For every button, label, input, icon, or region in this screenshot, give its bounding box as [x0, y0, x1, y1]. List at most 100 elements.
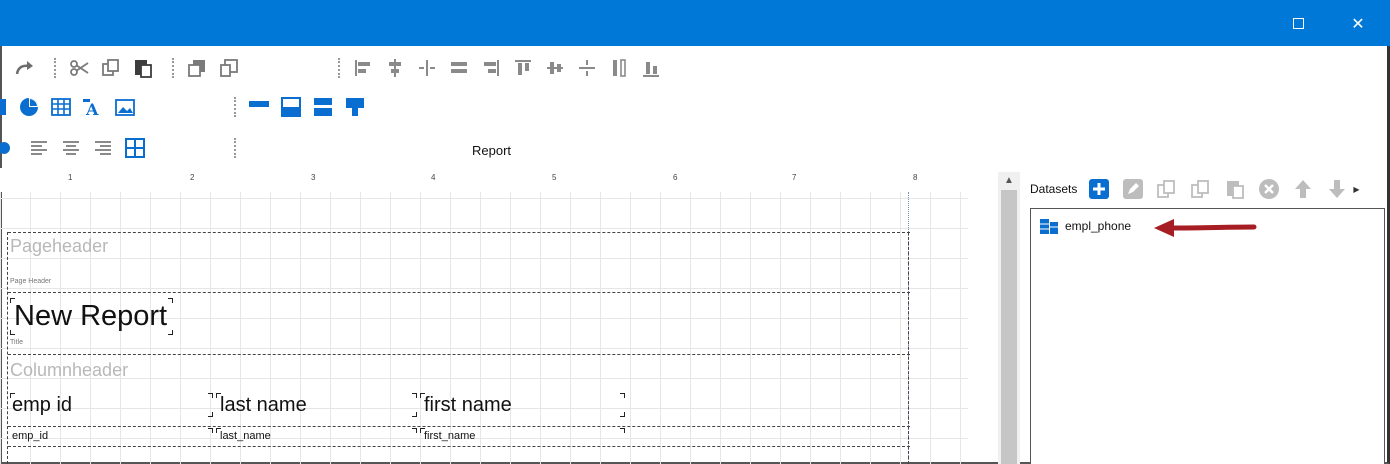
align-hcenter-icon[interactable] — [574, 55, 600, 81]
datasets-list: empl_phone — [1030, 208, 1385, 464]
toolbar-separator — [172, 58, 174, 78]
columnheader-band-label[interactable]: Columnheader — [10, 360, 128, 381]
detail-field-first-name[interactable]: first_name — [424, 430, 475, 442]
edit-dataset-button[interactable] — [1121, 177, 1145, 201]
chart-icon[interactable] — [0, 94, 8, 120]
copy-dataset-button[interactable] — [1155, 177, 1179, 201]
pageheader-band-label[interactable]: Pageheader — [10, 236, 108, 257]
datasets-label: Datasets — [1030, 182, 1078, 196]
toolbar-row-edit — [12, 53, 670, 83]
ruler-number: 3 — [311, 173, 316, 182]
grid-icon[interactable] — [122, 135, 148, 161]
bring-front-icon[interactable] — [184, 55, 210, 81]
pageheader-small-label: Page Header — [10, 278, 52, 285]
align-right-icon[interactable] — [478, 55, 504, 81]
paste-icon — [1227, 181, 1245, 199]
vertical-scrollbar[interactable]: ▲ — [998, 172, 1020, 464]
column-header-emp-id[interactable]: emp id — [12, 394, 72, 417]
align-vcenter-icon[interactable] — [542, 55, 568, 81]
edit-icon — [1123, 179, 1144, 199]
selection-corner — [412, 393, 417, 398]
move-down-button[interactable] — [1325, 177, 1349, 201]
ruler-number: 2 — [190, 173, 195, 182]
text-align-left-icon[interactable] — [26, 135, 52, 161]
redo-icon[interactable] — [12, 55, 38, 81]
ruler-number: 1 — [68, 173, 73, 182]
duplicate-icon — [1191, 180, 1210, 198]
band-top-icon[interactable] — [246, 94, 272, 120]
title-band-top — [8, 292, 910, 293]
column-header-first-name[interactable]: first name — [424, 394, 512, 417]
paste-icon[interactable] — [130, 55, 156, 81]
ruler-number: 4 — [431, 173, 436, 182]
copy-icon[interactable] — [98, 55, 124, 81]
maximize-icon — [1292, 17, 1304, 29]
selection-corner — [168, 298, 173, 303]
ruler-number: 7 — [792, 173, 797, 182]
close-button[interactable]: ✕ — [1328, 0, 1388, 46]
column-header-last-name[interactable]: last name — [220, 394, 307, 417]
overflow-chevron-icon[interactable]: ▶ — [1353, 185, 1359, 194]
svg-text:A: A — [85, 100, 99, 118]
delete-dataset-button[interactable] — [1257, 177, 1281, 201]
selection-corner — [216, 393, 221, 398]
band-detail-icon[interactable] — [310, 94, 336, 120]
selection-corner — [620, 412, 625, 417]
toolbar-row-format — [0, 133, 246, 163]
toolbar-separator — [54, 58, 56, 78]
detail-band-top — [8, 426, 910, 427]
align-bottom-icon[interactable] — [638, 55, 664, 81]
title-small-label: Title — [10, 339, 23, 346]
align-center-icon[interactable] — [382, 55, 408, 81]
detail-band-bottom — [8, 446, 910, 447]
report-title-textbox[interactable]: New Report — [14, 300, 167, 333]
table-icon[interactable] — [48, 94, 74, 120]
text-align-right-icon[interactable] — [90, 135, 116, 161]
send-back-icon[interactable] — [216, 55, 242, 81]
align-distribute-icon[interactable] — [446, 55, 472, 81]
maximize-button[interactable] — [1268, 0, 1328, 46]
selection-corner — [168, 330, 173, 335]
selection-corner — [412, 412, 417, 417]
selection-corner — [412, 428, 417, 433]
report-tab-label: Report — [472, 143, 512, 158]
add-dataset-button[interactable] — [1087, 177, 1111, 201]
record-icon[interactable] — [0, 135, 14, 161]
detail-field-emp-id[interactable]: emp_id — [12, 430, 48, 442]
add-icon — [1089, 179, 1110, 199]
columnheader-band-top — [8, 354, 910, 355]
datasets-toolbar: Datasets ▶ — [1030, 172, 1360, 206]
selection-corner — [10, 298, 15, 303]
toolbar-row-insert: A — [0, 92, 374, 122]
band-header-icon[interactable] — [278, 94, 304, 120]
duplicate-dataset-button[interactable] — [1189, 177, 1213, 201]
image-icon[interactable] — [112, 94, 138, 120]
text-icon[interactable]: A — [80, 94, 106, 120]
align-middle-icon[interactable] — [414, 55, 440, 81]
dataset-item[interactable]: empl_phone — [1039, 217, 1131, 235]
band-left-edge — [7, 232, 8, 464]
toolbar-separator — [234, 138, 236, 158]
align-left-icon[interactable] — [350, 55, 376, 81]
annotation-arrow-icon — [1154, 219, 1257, 237]
selection-corner — [420, 393, 425, 398]
close-icon: ✕ — [1351, 13, 1365, 33]
scroll-up-icon[interactable]: ▲ — [1004, 175, 1014, 186]
move-up-button[interactable] — [1291, 177, 1315, 201]
cut-icon[interactable] — [66, 55, 92, 81]
selection-corner — [208, 393, 213, 398]
scrollbar-thumb[interactable] — [1001, 190, 1017, 464]
title-bar: ✕ — [0, 0, 1390, 46]
pie-chart-icon[interactable] — [16, 94, 42, 120]
selection-corner — [10, 330, 15, 335]
selection-corner — [216, 428, 221, 433]
text-align-center-icon[interactable] — [58, 135, 84, 161]
paste-dataset-button[interactable] — [1223, 177, 1247, 201]
align-top-icon[interactable] — [510, 55, 536, 81]
detail-field-last-name[interactable]: last_name — [220, 430, 271, 442]
toolbar-separator — [234, 97, 236, 117]
same-height-icon[interactable] — [606, 55, 632, 81]
dataset-item-label: empl_phone — [1065, 219, 1132, 233]
ruler-number: 8 — [913, 173, 918, 182]
band-group-icon[interactable] — [342, 94, 368, 120]
